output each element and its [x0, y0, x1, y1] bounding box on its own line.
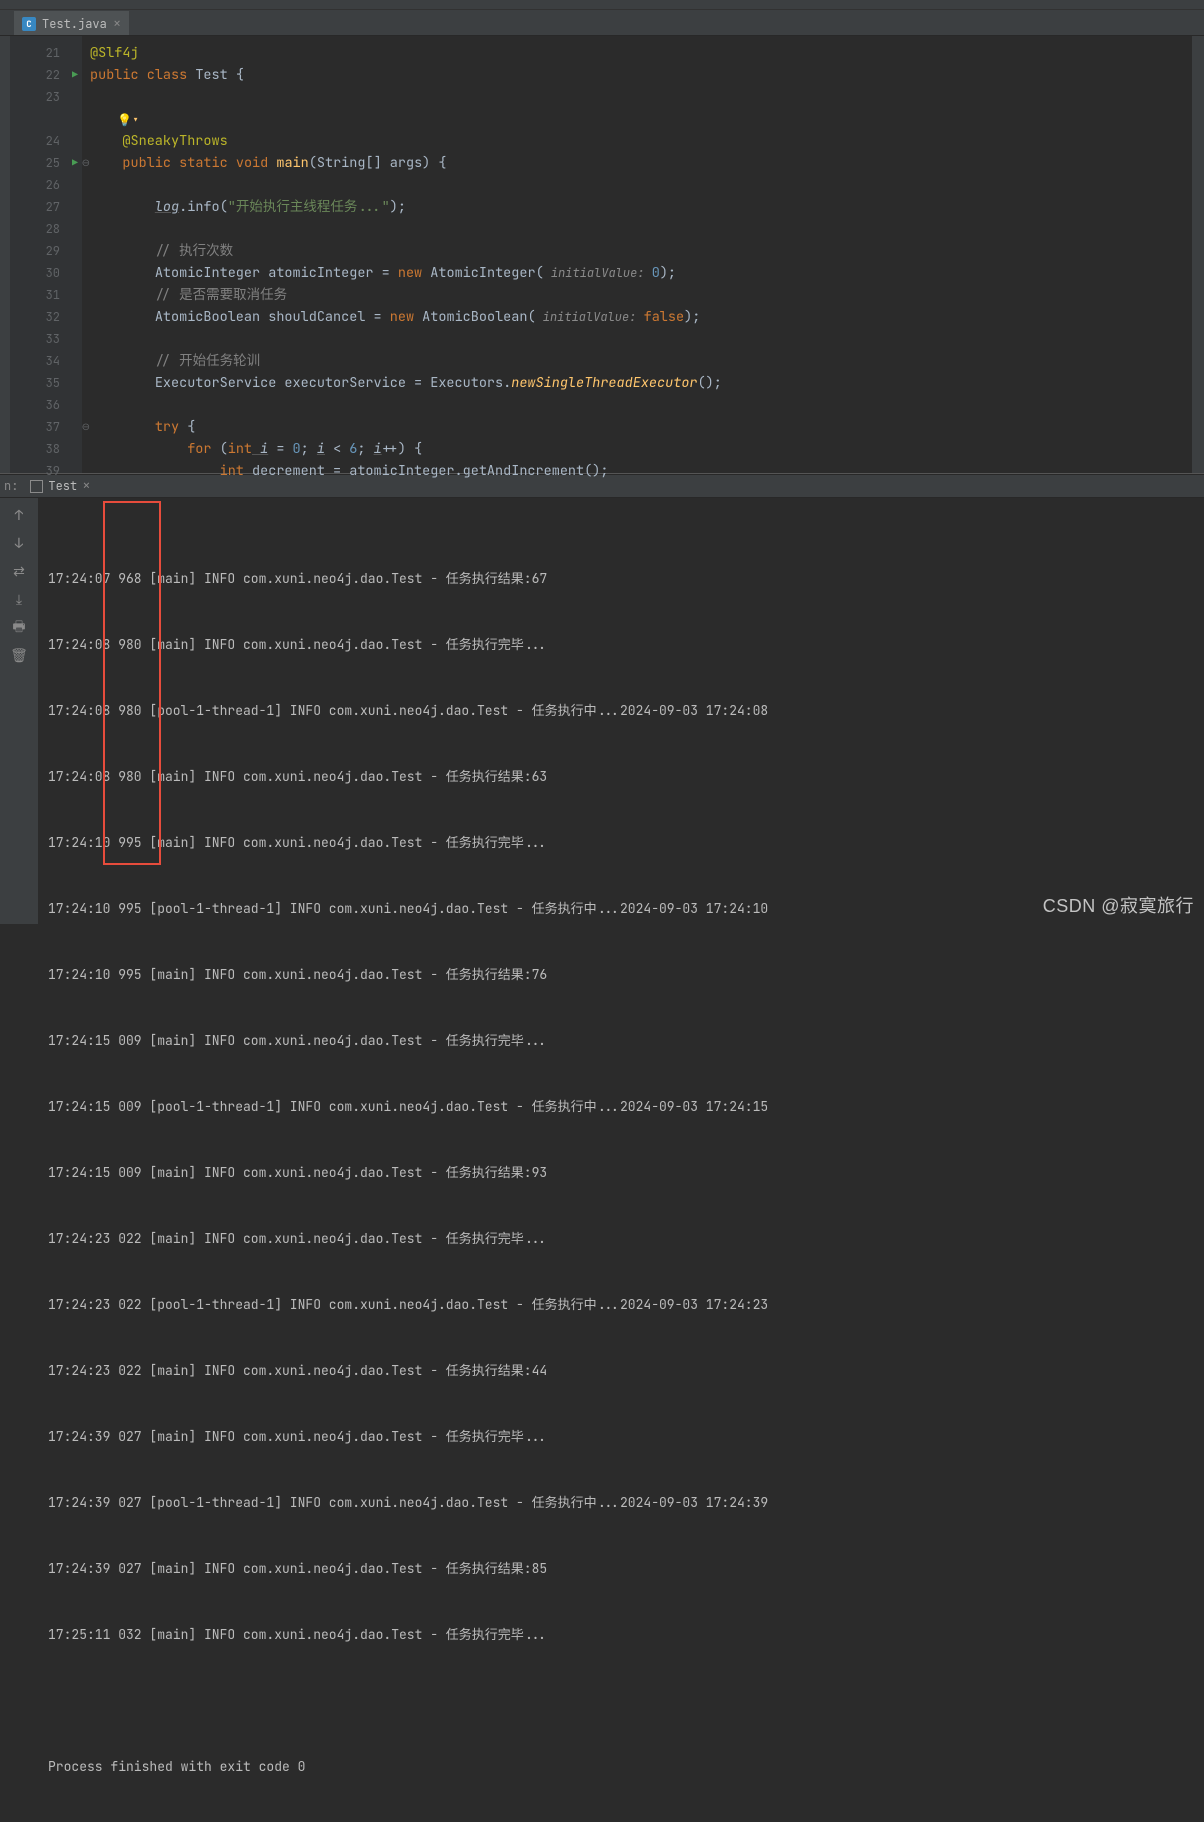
- java-file-icon: C: [22, 17, 36, 31]
- log-line: 17:24:15 009 [main] INFO com.xuni.neo4j.…: [48, 1162, 1194, 1184]
- editor-tab-bar: C Test.java ×: [0, 10, 1204, 36]
- line-number: 34: [46, 350, 60, 372]
- log-line: 17:24:10 995 [main] INFO com.xuni.neo4j.…: [48, 964, 1194, 986]
- line-number: 24: [46, 130, 60, 152]
- run-gutter-icon[interactable]: ▶: [72, 152, 78, 174]
- highlight-box: [103, 501, 161, 865]
- left-gutter-strip: [0, 36, 10, 473]
- editor-tab[interactable]: C Test.java ×: [14, 11, 129, 35]
- log-line: 17:25:11 032 [main] INFO com.xuni.neo4j.…: [48, 1624, 1194, 1646]
- line-number: 39: [46, 460, 60, 482]
- scroll-end-icon[interactable]: ⤓: [11, 592, 27, 608]
- line-number: 29: [46, 240, 60, 262]
- process-exit-line: Process finished with exit code 0: [48, 1756, 1194, 1778]
- log-line: 17:24:08 980 [main] INFO com.xuni.neo4j.…: [48, 766, 1194, 788]
- run-gutter-icon[interactable]: ▶: [72, 64, 78, 86]
- trash-icon[interactable]: 🗑: [11, 648, 27, 664]
- line-number: 26: [46, 174, 60, 196]
- code-editor[interactable]: 💡▾ @Slf4j public class Test { @SneakyThr…: [82, 36, 1192, 473]
- log-line: 17:24:15 009 [pool-1-thread-1] INFO com.…: [48, 1096, 1194, 1118]
- up-arrow-icon[interactable]: ↑: [11, 508, 27, 524]
- soft-wrap-icon[interactable]: ⇄: [11, 564, 27, 580]
- line-number: 27: [46, 196, 60, 218]
- log-line: 17:24:10 995 [main] INFO com.xuni.neo4j.…: [48, 832, 1194, 854]
- print-icon[interactable]: 🖶: [11, 620, 27, 636]
- line-number: 32: [46, 306, 60, 328]
- close-icon[interactable]: ×: [113, 15, 121, 33]
- log-line: 17:24:10 995 [pool-1-thread-1] INFO com.…: [48, 898, 1194, 920]
- log-line: 17:24:08 980 [pool-1-thread-1] INFO com.…: [48, 700, 1194, 722]
- line-number: 36: [46, 394, 60, 416]
- line-number: 33: [46, 328, 60, 350]
- log-line: 17:24:08 980 [main] INFO com.xuni.neo4j.…: [48, 634, 1194, 656]
- log-line: 17:24:07 968 [main] INFO com.xuni.neo4j.…: [48, 568, 1194, 590]
- top-toolbar: [0, 0, 1204, 10]
- log-line: 17:24:39 027 [pool-1-thread-1] INFO com.…: [48, 1492, 1194, 1514]
- down-arrow-icon[interactable]: ↓: [11, 536, 27, 552]
- line-number: 30: [46, 262, 60, 284]
- watermark: CSDN @寂寞旅行: [1043, 892, 1194, 918]
- log-line: 17:24:39 027 [main] INFO com.xuni.neo4j.…: [48, 1558, 1194, 1580]
- log-line: 17:24:15 009 [main] INFO com.xuni.neo4j.…: [48, 1030, 1194, 1052]
- line-number-gutter: 21 22▶ 23 24 25▶⊖ 26 27 28 29 30 31 32 3…: [10, 36, 82, 473]
- console-toolbar: ↑ ↓ ⇄ ⤓ 🖶 🗑: [0, 498, 38, 924]
- bulb-icon[interactable]: 💡▾: [117, 109, 139, 131]
- log-line: 17:24:23 022 [main] INFO com.xuni.neo4j.…: [48, 1360, 1194, 1382]
- log-line: 17:24:39 027 [main] INFO com.xuni.neo4j.…: [48, 1426, 1194, 1448]
- line-number: 23: [46, 86, 60, 108]
- editor-area: 21 22▶ 23 24 25▶⊖ 26 27 28 29 30 31 32 3…: [0, 36, 1204, 474]
- line-number: 35: [46, 372, 60, 394]
- line-number: 22: [46, 64, 60, 86]
- log-line: 17:24:23 022 [pool-1-thread-1] INFO com.…: [48, 1294, 1194, 1316]
- console-area: ↑ ↓ ⇄ ⤓ 🖶 🗑 17:24:07 968 [main] INFO com…: [0, 498, 1204, 924]
- line-number: 25: [46, 152, 60, 174]
- line-number: 37: [46, 416, 60, 438]
- console-output[interactable]: 17:24:07 968 [main] INFO com.xuni.neo4j.…: [38, 498, 1204, 924]
- editor-scrollbar[interactable]: [1192, 36, 1204, 473]
- log-line: 17:24:23 022 [main] INFO com.xuni.neo4j.…: [48, 1228, 1194, 1250]
- line-number: 31: [46, 284, 60, 306]
- line-number: 28: [46, 218, 60, 240]
- line-number: 38: [46, 438, 60, 460]
- tab-filename: Test.java: [42, 16, 107, 32]
- line-number: 21: [46, 42, 60, 64]
